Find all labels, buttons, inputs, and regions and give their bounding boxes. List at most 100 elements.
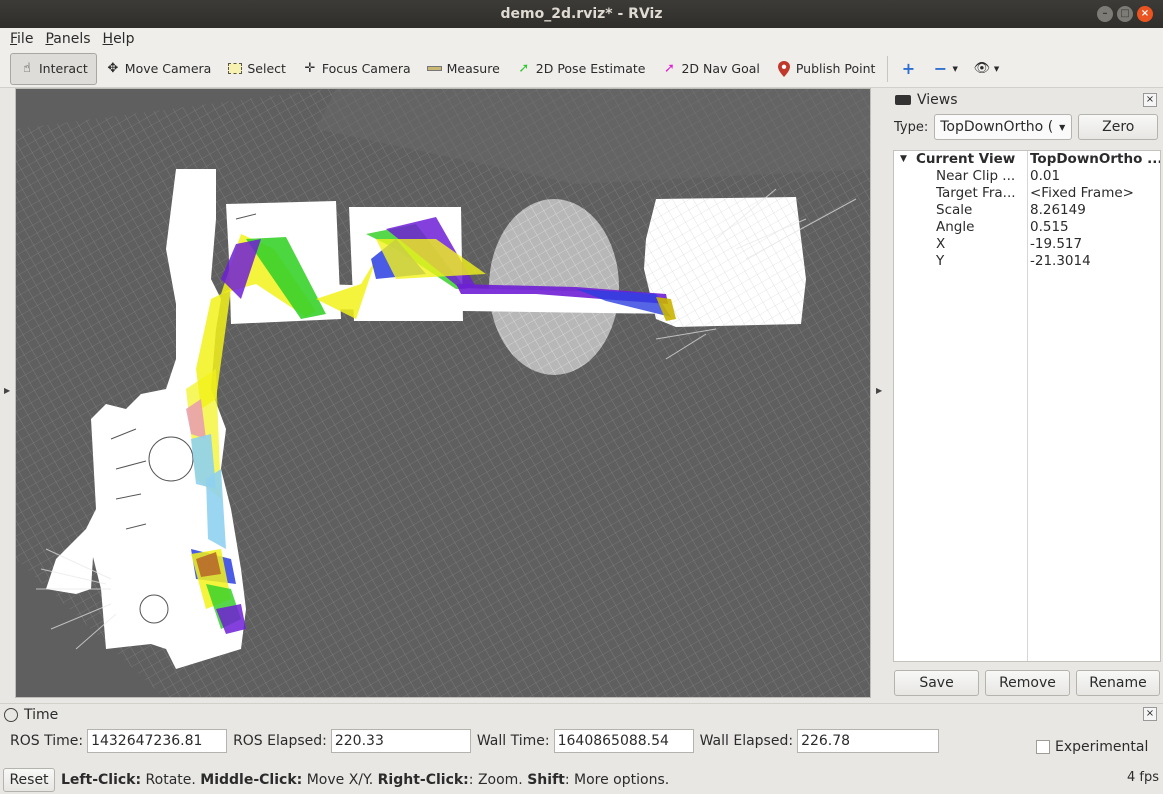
add-tool-button[interactable]: + bbox=[892, 53, 924, 85]
property-value[interactable]: 0.01 bbox=[1030, 168, 1160, 185]
experimental-toggle[interactable]: Experimental bbox=[1036, 739, 1148, 755]
property-value[interactable]: 8.26149 bbox=[1030, 202, 1160, 219]
toolbar-separator bbox=[887, 55, 889, 82]
views-panel: Views × Type: TopDownOrtho ( ▼ Zero ▼ Cu… bbox=[891, 88, 1163, 698]
property-key: Angle bbox=[936, 219, 975, 235]
property-value[interactable]: -19.517 bbox=[1030, 236, 1160, 253]
time-close-icon[interactable]: × bbox=[1143, 707, 1157, 721]
menu-panels[interactable]: Panels bbox=[39, 31, 96, 47]
ros-elapsed-field[interactable]: 220.33 bbox=[330, 729, 471, 753]
measure-label: Measure bbox=[446, 61, 500, 76]
move-camera-tool-button[interactable]: ✥ Move Camera bbox=[97, 53, 220, 85]
select-label: Select bbox=[247, 61, 286, 76]
views-button-row: Save Remove Rename bbox=[894, 670, 1160, 696]
minus-icon: − bbox=[933, 59, 948, 78]
focus-camera-tool-button[interactable]: ✛ Focus Camera bbox=[294, 53, 419, 85]
views-type-row: Type: TopDownOrtho ( ▼ Zero bbox=[891, 112, 1163, 142]
view-properties-tree[interactable]: ▼ Current View TopDownOrtho ... Near Cli… bbox=[893, 150, 1161, 662]
left-dock-handle[interactable]: ▶ bbox=[0, 88, 15, 698]
view-type-select[interactable]: TopDownOrtho ( ▼ bbox=[934, 114, 1073, 140]
ros-time-field[interactable]: 1432647236.81 bbox=[87, 729, 228, 753]
save-label: Save bbox=[919, 675, 954, 691]
measure-tool-button[interactable]: Measure bbox=[419, 53, 508, 85]
property-row[interactable]: X -19.517 bbox=[894, 236, 1160, 253]
current-view-value: TopDownOrtho ... bbox=[1030, 151, 1160, 167]
zero-button[interactable]: Zero bbox=[1078, 114, 1159, 140]
expand-right-icon: ▶ bbox=[876, 386, 883, 395]
time-fields-row: ROS Time: 1432647236.81 ROS Elapsed: 220… bbox=[0, 726, 1163, 756]
interact-label: Interact bbox=[39, 61, 88, 76]
wall-time-field[interactable]: 1640865088.54 bbox=[553, 729, 694, 753]
views-title: Views bbox=[917, 92, 958, 108]
focus-camera-label: Focus Camera bbox=[321, 61, 411, 76]
time-title: Time bbox=[24, 707, 59, 723]
menu-panels-label: anels bbox=[53, 31, 91, 47]
property-value[interactable]: 0.515 bbox=[1030, 219, 1160, 236]
map-render[interactable] bbox=[16, 89, 871, 698]
hand-pointer-icon: ☝ bbox=[23, 61, 31, 76]
hint-right-click: Right-Click: bbox=[377, 772, 469, 788]
remove-label: Remove bbox=[999, 675, 1056, 691]
render-viewport[interactable] bbox=[15, 88, 871, 698]
time-panel-header: Time × bbox=[0, 704, 1163, 726]
type-label: Type: bbox=[894, 119, 929, 135]
close-icon[interactable]: × bbox=[1137, 6, 1153, 22]
property-row[interactable]: Angle 0.515 bbox=[894, 219, 1160, 236]
status-bar: Reset Left-Click: Rotate. Middle-Click: … bbox=[0, 766, 1163, 794]
hint-left-click: Left-Click: bbox=[61, 772, 142, 788]
hint-middle-click: Middle-Click: bbox=[200, 772, 303, 788]
clock-icon bbox=[4, 708, 18, 722]
property-row[interactable]: Scale 8.26149 bbox=[894, 202, 1160, 219]
rename-button[interactable]: Rename bbox=[1076, 670, 1160, 696]
camera-icon bbox=[895, 95, 911, 105]
status-hint: Left-Click: Rotate. Middle-Click: Move X… bbox=[61, 772, 669, 788]
fps-readout: 4 fps bbox=[1126, 770, 1159, 785]
property-row[interactable]: Target Fra... <Fixed Frame> bbox=[894, 185, 1160, 202]
view-options-button[interactable]: 👁 ▼ bbox=[966, 53, 1007, 85]
expand-arrow-icon[interactable]: ▼ bbox=[900, 151, 907, 168]
property-row[interactable]: Near Clip ... 0.01 bbox=[894, 168, 1160, 185]
nav-goal-tool-button[interactable]: ➚ 2D Nav Goal bbox=[653, 53, 767, 85]
pose-estimate-tool-button[interactable]: ➚ 2D Pose Estimate bbox=[508, 53, 654, 85]
reset-button[interactable]: Reset bbox=[3, 768, 55, 792]
publish-point-tool-button[interactable]: Publish Point bbox=[768, 53, 884, 85]
select-rect-icon bbox=[227, 61, 243, 77]
current-view-row[interactable]: ▼ Current View TopDownOrtho ... bbox=[894, 151, 1160, 168]
tools-toolbar: ☝ Interact ✥ Move Camera Select ✛ Focus … bbox=[0, 50, 1163, 88]
nav-goal-label: 2D Nav Goal bbox=[681, 61, 760, 76]
menu-file-label: ile bbox=[17, 31, 34, 47]
views-panel-header: Views × bbox=[891, 88, 1163, 112]
property-value[interactable]: -21.3014 bbox=[1030, 253, 1160, 270]
chevron-down-icon: ▼ bbox=[952, 64, 958, 73]
rename-label: Rename bbox=[1089, 675, 1147, 691]
chevron-down-icon: ▼ bbox=[1059, 122, 1066, 132]
menu-file-accel: F bbox=[10, 31, 18, 47]
maximize-icon[interactable]: □ bbox=[1117, 6, 1133, 22]
eye-icon: 👁 bbox=[973, 61, 991, 76]
focus-crosshair-icon: ✛ bbox=[304, 61, 316, 76]
experimental-checkbox[interactable] bbox=[1036, 740, 1050, 754]
chevron-down-icon: ▼ bbox=[993, 64, 1000, 73]
zero-label: Zero bbox=[1102, 119, 1135, 135]
move-camera-label: Move Camera bbox=[124, 61, 212, 76]
wall-elapsed-field[interactable]: 226.78 bbox=[797, 729, 940, 753]
menu-help[interactable]: Help bbox=[97, 31, 141, 47]
save-button[interactable]: Save bbox=[894, 670, 979, 696]
property-row[interactable]: Y -21.3014 bbox=[894, 253, 1160, 270]
remove-tool-button[interactable]: − ▼ bbox=[924, 53, 965, 85]
property-value[interactable]: <Fixed Frame> bbox=[1030, 185, 1160, 202]
minimize-icon[interactable]: – bbox=[1097, 6, 1113, 22]
remove-button[interactable]: Remove bbox=[985, 670, 1070, 696]
ros-time-label: ROS Time: bbox=[10, 733, 84, 749]
publish-point-label: Publish Point bbox=[795, 61, 876, 76]
hint-shift: Shift bbox=[527, 772, 565, 788]
right-dock-handle[interactable]: ▶ bbox=[871, 88, 891, 698]
menu-file[interactable]: File bbox=[4, 31, 39, 47]
window-title: demo_2d.rviz* - RViz bbox=[500, 6, 663, 22]
views-close-icon[interactable]: × bbox=[1143, 93, 1157, 107]
menu-help-accel: H bbox=[102, 31, 114, 47]
experimental-label: Experimental bbox=[1055, 739, 1149, 755]
view-type-value: TopDownOrtho ( bbox=[940, 119, 1054, 135]
interact-tool-button[interactable]: ☝ Interact bbox=[10, 52, 97, 85]
select-tool-button[interactable]: Select bbox=[219, 53, 294, 85]
